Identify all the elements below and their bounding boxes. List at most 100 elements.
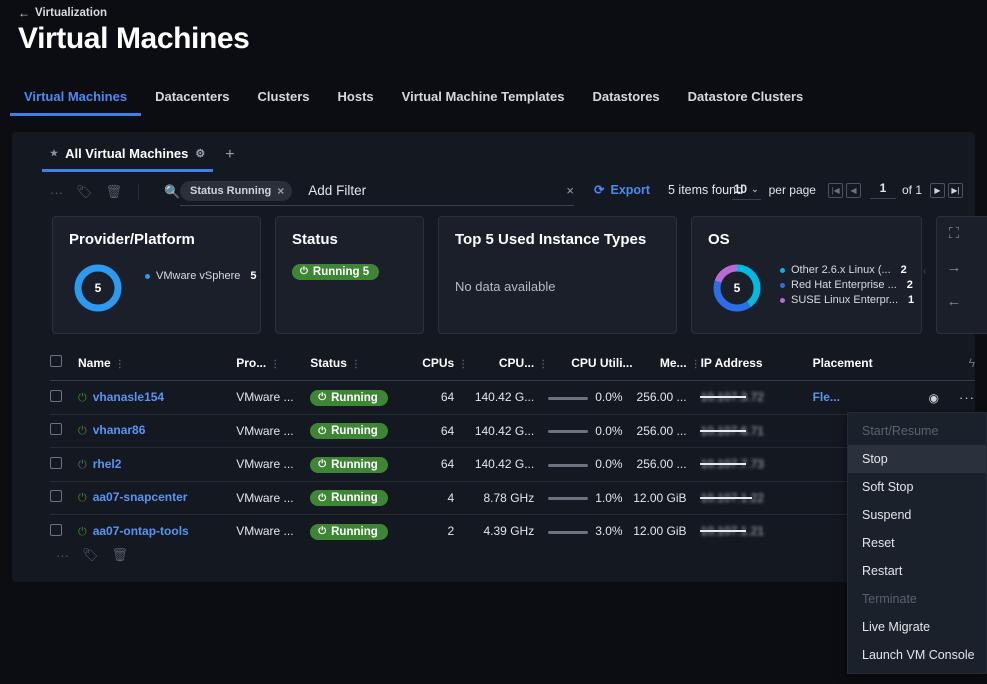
table-row[interactable]: ⏻ vhanar86 VMware ... ⏻ Running 64 140.42 G...… <box>50 414 975 448</box>
vm-name-link[interactable]: vhanasle154 <box>93 390 164 404</box>
saved-tab-all-virtual-machines[interactable]: ★ All Virtual Machines ⚙ <box>42 144 214 172</box>
vm-name-cell: ⏻ rhel2 <box>78 447 237 482</box>
per-page-label: per page <box>768 183 816 197</box>
breadcrumb[interactable]: ← Virtualization <box>18 6 107 20</box>
column-header-cpu-utili[interactable]: CPU Utili... <box>548 347 633 381</box>
search-icon[interactable]: 🔍 <box>164 184 180 200</box>
power-icon: ⏻ <box>318 492 327 504</box>
per-page-select[interactable]: 10 ⌄ <box>731 180 761 200</box>
chevron-left-icon[interactable]: ‹ <box>923 266 926 277</box>
column-header-placement[interactable]: Placement <box>812 347 909 381</box>
menu-item-stop[interactable]: Stop <box>848 445 986 473</box>
vm-name-link[interactable]: aa07-ontap-tools <box>93 524 189 538</box>
column-header-status[interactable]: Status ⋮ <box>310 347 413 381</box>
expand-icon[interactable]: ⛶ <box>933 216 975 250</box>
row-checkbox-cell <box>50 414 78 448</box>
row-checkbox-cell <box>50 380 78 415</box>
trash-icon[interactable]: 🗑 <box>112 547 129 563</box>
back-arrow-icon[interactable]: ← <box>18 6 30 20</box>
prev-page-button[interactable]: ◀ <box>845 182 861 198</box>
add-tab-button[interactable]: + <box>219 146 240 170</box>
clear-filters-icon[interactable]: × <box>566 183 574 198</box>
row-checkbox[interactable] <box>50 490 62 503</box>
row-checkbox[interactable] <box>50 523 62 536</box>
kebab-icon[interactable]: ··· <box>50 185 63 200</box>
kebab-icon[interactable]: ··· <box>56 548 69 563</box>
os-donut-chart: 5 <box>710 261 764 320</box>
cpu-utilization-bar <box>548 463 589 467</box>
vm-name-link[interactable]: vhanar86 <box>93 423 146 437</box>
menu-item-soft-stop[interactable]: Soft Stop <box>848 473 986 501</box>
tab-virtual-machines[interactable]: Virtual Machines <box>10 85 142 116</box>
menu-item-launch-vm-console[interactable]: Launch VM Console <box>848 641 986 669</box>
tab-datacenters[interactable]: Datacenters <box>141 85 243 116</box>
trash-icon[interactable]: 🗑 <box>106 184 123 200</box>
column-resize-handle[interactable]: ⋮ <box>347 359 361 370</box>
table-row[interactable]: ⏻ aa07-ontap-tools VMware ... ⏻ Running 2 4.39… <box>50 515 975 548</box>
legend-item: Red Hat Enterprise ... 2 <box>780 278 914 293</box>
row-checkbox[interactable] <box>50 389 62 402</box>
status-badge: ⏻ Running <box>310 490 388 506</box>
add-filter-input[interactable]: Add Filter <box>308 183 366 198</box>
menu-item-terminate: Terminate <box>862 592 917 606</box>
menu-item-suspend[interactable]: Suspend <box>848 501 986 529</box>
vm-name-link[interactable]: aa07-snapcenter <box>93 490 188 504</box>
menu-item-reset[interactable]: Reset <box>848 529 986 557</box>
ip-address-cell: 10.107.7.73 <box>699 447 813 482</box>
next-page-button[interactable]: ▶ <box>930 182 945 198</box>
tab-datastore-clusters[interactable]: Datastore Clusters <box>674 85 818 116</box>
breadcrumb-label[interactable]: Virtualization <box>35 7 107 19</box>
filter-chip-status-running[interactable]: Status Running × <box>180 180 293 201</box>
column-header-cpus[interactable]: CPUs ⋮ <box>412 347 469 381</box>
scroll-right-icon[interactable]: → <box>933 250 975 284</box>
row-checkbox[interactable] <box>50 456 62 469</box>
column-header-ip-address[interactable]: IP Address <box>700 347 813 381</box>
row-checkbox[interactable] <box>50 423 62 436</box>
tab-virtual-machine-templates[interactable]: Virtual Machine Templates <box>388 85 579 116</box>
placement-link[interactable]: Fle... <box>813 390 840 404</box>
column-header-cpu[interactable]: CPU... ⋮ <box>468 347 549 381</box>
tag-icon[interactable]: 🏷 <box>76 184 93 200</box>
column-resize-handle[interactable]: ⋮ <box>534 359 548 370</box>
column-resize-handle[interactable]: ⋮ <box>687 359 701 370</box>
pagination: 10 ⌄ per page |◀ ◀ 1 of 1 ▶ ▶| <box>731 180 963 200</box>
tab-datastores[interactable]: Datastores <box>578 85 673 116</box>
cpu-speed-cell: 140.42 G... <box>468 380 549 415</box>
status-badge-running[interactable]: ⏻ Running 5 <box>292 263 380 280</box>
column-resize-handle[interactable]: ⋮ <box>454 359 468 370</box>
row-kebab-menu[interactable]: ··· <box>959 390 975 405</box>
table-row[interactable]: ⏻ rhel2 VMware ... ⏻ Running 64 140.42 G... 0.0… <box>50 447 975 482</box>
bolt-icon[interactable]: ϟ <box>908 347 975 381</box>
placement-cell: Fle... <box>812 380 909 415</box>
page-number-input[interactable]: 1 <box>869 181 896 199</box>
status-cell: ⏻ Running <box>310 414 413 448</box>
provider-cell: VMware ... <box>236 481 311 515</box>
info-circle-icon[interactable]: ◉ <box>929 391 939 405</box>
tab-hosts[interactable]: Hosts <box>324 85 388 116</box>
column-header-name[interactable]: Name ⋮ <box>78 347 237 381</box>
export-button[interactable]: ⟳ Export <box>594 182 650 198</box>
column-header-me[interactable]: Me... ⋮ <box>632 347 701 381</box>
legend-item: Other 2.6.x Linux (... 2 <box>780 263 914 278</box>
menu-item-restart[interactable]: Restart <box>848 557 986 585</box>
column-resize-handle[interactable]: ⋮ <box>111 359 125 370</box>
first-page-button[interactable]: |◀ <box>827 182 843 198</box>
scroll-left-icon[interactable]: ← <box>933 284 975 318</box>
table-row[interactable]: ⏻ vhanasle154 VMware ... ⏻ Running 64 140.42 G… <box>50 380 975 415</box>
ip-redaction-bar <box>699 463 746 466</box>
gear-icon[interactable]: ⚙ <box>195 147 205 160</box>
column-resize-handle[interactable]: ⋮ <box>266 359 280 370</box>
status-badge-label: Running <box>331 425 378 437</box>
vm-name-link[interactable]: rhel2 <box>93 457 122 471</box>
table-row[interactable]: ⏻ aa07-snapcenter VMware ... ⏻ Running 4 8.78 … <box>50 481 975 515</box>
column-header-pro[interactable]: Pro... ⋮ <box>236 347 311 381</box>
menu-item-live-migrate[interactable]: Live Migrate <box>848 613 986 641</box>
tab-clusters[interactable]: Clusters <box>244 85 324 116</box>
select-all-checkbox[interactable] <box>50 355 62 367</box>
cpu-utilization-value: 0.0% <box>595 423 623 438</box>
row-checkbox-cell <box>50 515 78 548</box>
tag-icon[interactable]: 🏷 <box>82 547 99 563</box>
close-icon[interactable]: × <box>277 184 284 198</box>
last-page-button[interactable]: ▶| <box>948 182 963 198</box>
cpu-utilization-bar <box>548 497 589 501</box>
